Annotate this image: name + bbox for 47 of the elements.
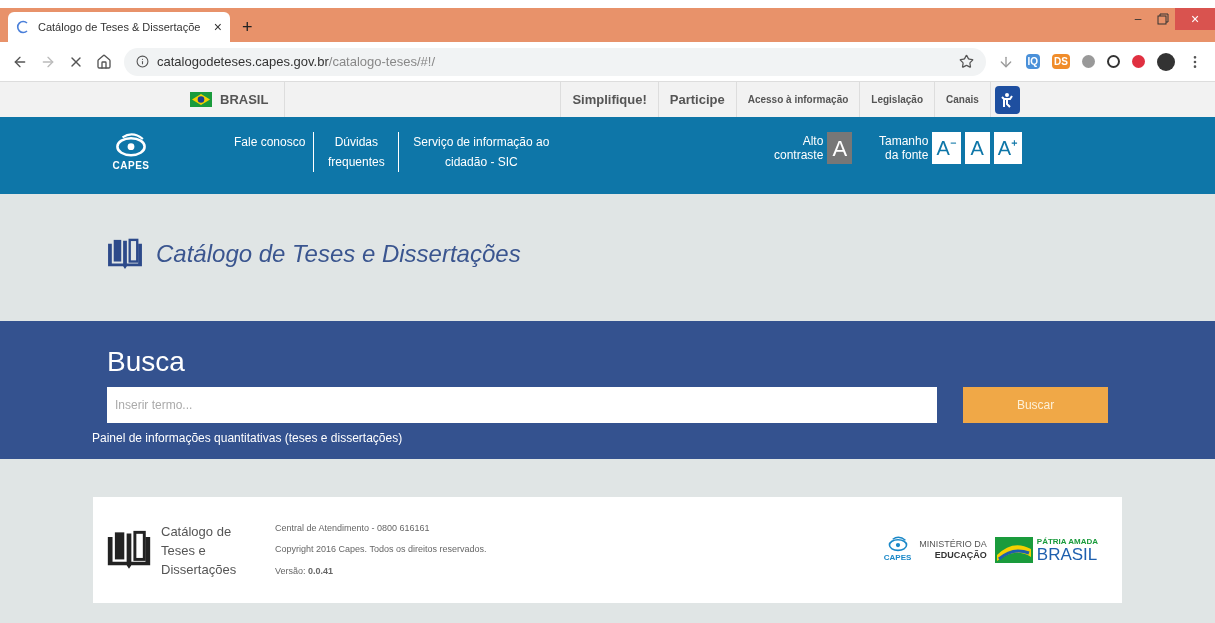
dashboard-link[interactable]: Painel de informações quantitativas (teses e dissertações) bbox=[92, 429, 1108, 447]
loading-icon bbox=[16, 20, 30, 34]
font-size-label: Tamanho da fonte bbox=[878, 134, 929, 162]
brasil-flag-logo-icon bbox=[994, 537, 1033, 563]
footer-text: Copyright 2016 Capes. Todos os direitos reservados. bbox=[275, 543, 487, 557]
eye-logo-icon bbox=[886, 536, 909, 552]
book-icon bbox=[106, 237, 144, 270]
address-bar[interactable]: catalogodeteses.capes.gov.br/catalogo-teses/#!/ bbox=[124, 47, 986, 76]
search-heading: Busca bbox=[107, 345, 186, 379]
country-label[interactable]: BRASIL bbox=[220, 89, 269, 110]
footer-brand: Catálogo de Teses e Dissertações bbox=[161, 522, 238, 579]
eye-logo-icon bbox=[114, 132, 148, 158]
profile-avatar[interactable] bbox=[1157, 52, 1175, 71]
footer-text: Central de Atendimento - 0800 616161 bbox=[275, 521, 431, 535]
footer-text: Versão: 0.0.41 bbox=[275, 564, 335, 578]
accessibility-icon[interactable] bbox=[994, 85, 1020, 114]
search-field[interactable]: Inserir termo... bbox=[107, 387, 938, 423]
header-link[interactable]: Fale conosco bbox=[226, 132, 314, 152]
info-icon bbox=[136, 55, 149, 68]
ministry-text: MINISTÉRIO DA bbox=[919, 539, 987, 550]
page-title: Catálogo de Teses e Dissertações bbox=[156, 238, 521, 269]
capes-logo-text: CAPES bbox=[883, 552, 912, 564]
ministry-text: EDUCAÇÃO bbox=[934, 550, 987, 561]
extension-icon[interactable]: IQ bbox=[1025, 54, 1041, 69]
home-icon[interactable] bbox=[96, 53, 112, 70]
logo-text: CAPES bbox=[112, 159, 150, 173]
header-link[interactable]: Serviço de informação ao cidadão - SIC bbox=[398, 132, 564, 172]
url-text: catalogodeteses.capes.gov.br/catalogo-teses/#!/ bbox=[157, 52, 435, 71]
close-window-button[interactable]: × bbox=[1175, 8, 1215, 30]
header-link[interactable]: Dúvidas frequentes bbox=[313, 132, 399, 172]
brasil-logo-text: BRASIL bbox=[1036, 545, 1098, 563]
font-size-button[interactable]: A⁺ bbox=[993, 132, 1023, 164]
font-size-button[interactable]: A bbox=[964, 132, 990, 164]
minimize-button[interactable]: – bbox=[1125, 8, 1151, 30]
bookmark-star-icon[interactable] bbox=[958, 54, 974, 69]
font-size-button[interactable]: A⁻ bbox=[932, 132, 961, 164]
brazil-flag-icon bbox=[190, 92, 212, 107]
book-icon bbox=[105, 530, 153, 570]
new-tab-button[interactable]: + bbox=[230, 12, 265, 42]
tab-title: Catálogo de Teses & Dissertaçõe bbox=[38, 19, 202, 35]
brasil-slogan-text: PÁTRIA AMADA bbox=[1036, 537, 1098, 546]
restore-icon[interactable] bbox=[1157, 13, 1169, 25]
browser-tab[interactable]: Catálogo de Teses & Dissertaçõe × bbox=[8, 12, 230, 42]
close-tab-button[interactable]: × bbox=[213, 16, 222, 38]
contrast-button[interactable]: A bbox=[827, 132, 853, 164]
extension-icon[interactable] bbox=[1107, 55, 1120, 68]
contrast-label: Alto contraste bbox=[773, 134, 824, 162]
